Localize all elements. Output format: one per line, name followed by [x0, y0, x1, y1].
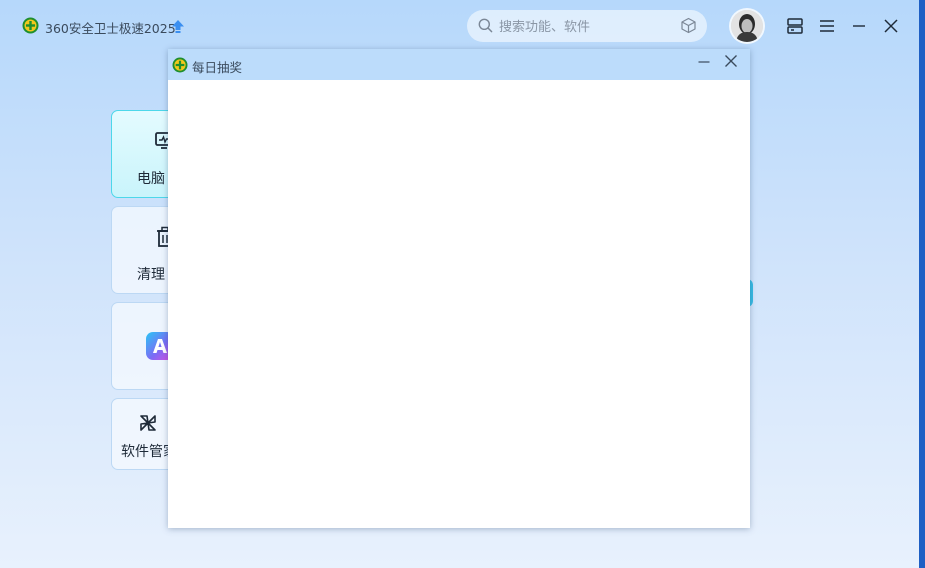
window-edge [919, 0, 925, 568]
dialog-title-bar[interactable]: 每日抽奖 [168, 49, 750, 80]
search-box[interactable] [467, 10, 707, 42]
360-logo-icon [172, 57, 188, 73]
main-window: 360安全卫士极速2025 搜索功能、软件 电脑 清理 软件管家 每日抽奖 [0, 0, 925, 568]
avatar[interactable] [731, 10, 763, 42]
search-input[interactable] [497, 15, 671, 39]
upgrade-arrow-icon[interactable] [171, 19, 185, 34]
skin-icon[interactable] [785, 16, 805, 36]
minimize-icon[interactable] [849, 16, 869, 36]
close-icon[interactable] [881, 16, 901, 36]
card-label: 电脑 [137, 171, 165, 187]
software-manager-icon [140, 415, 156, 431]
title-bar: 360安全卫士极速2025 [0, 0, 919, 52]
app-title: 360安全卫士极速2025 [45, 21, 176, 36]
daily-lottery-dialog: 每日抽奖 [168, 49, 750, 528]
360-logo-icon [22, 17, 39, 34]
dialog-title: 每日抽奖 [192, 60, 243, 75]
dialog-content [168, 80, 750, 528]
close-icon[interactable] [724, 54, 738, 68]
menu-icon[interactable] [817, 16, 837, 36]
card-label: 清理 [137, 267, 165, 283]
search-icon [478, 18, 493, 33]
minimize-icon[interactable] [697, 55, 711, 69]
cube-icon[interactable] [680, 17, 697, 34]
avatar-image [731, 10, 763, 42]
